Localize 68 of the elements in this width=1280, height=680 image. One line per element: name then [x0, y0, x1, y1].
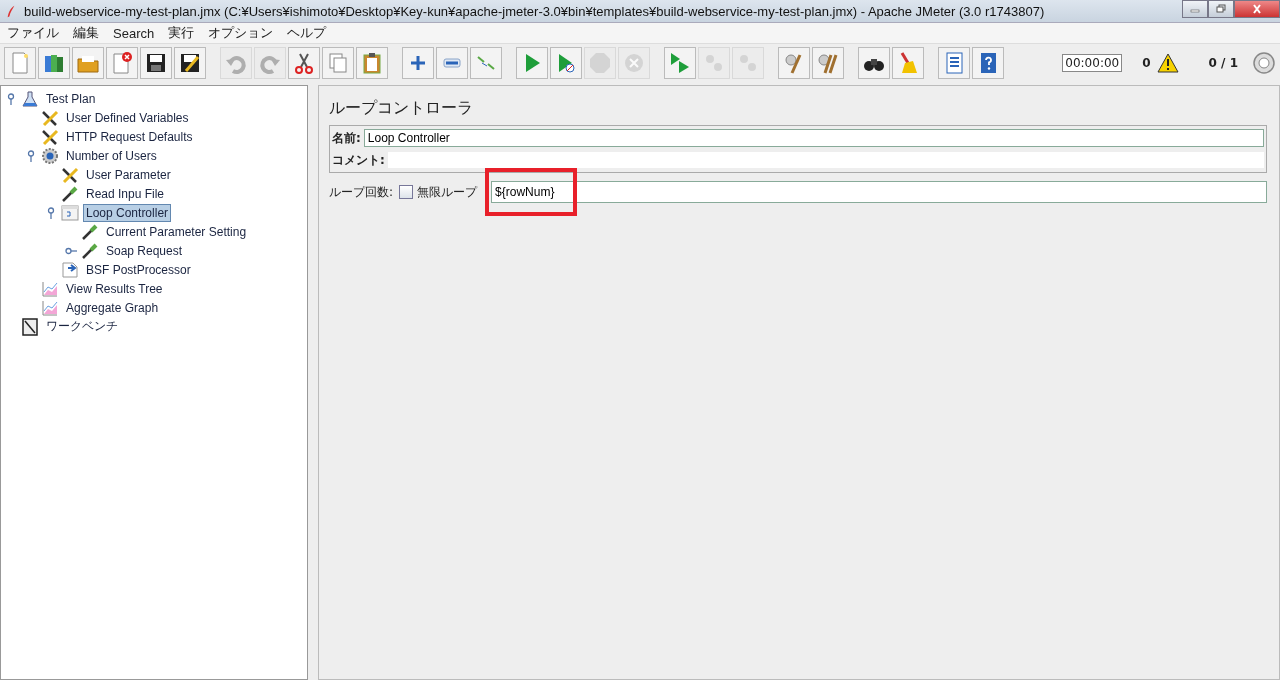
maximize-button[interactable]: [1208, 0, 1234, 18]
tree-item[interactable]: ワークベンチ: [43, 316, 121, 337]
toolbar-button[interactable]: [288, 47, 320, 79]
menu-item[interactable]: ヘルプ: [280, 24, 334, 42]
expanded-handle-icon[interactable]: [45, 206, 57, 219]
window-icon: [61, 203, 79, 222]
menu-item[interactable]: 実行: [161, 24, 202, 42]
document-arrow-icon: [61, 260, 79, 279]
clipboard-icon: [360, 51, 384, 75]
dropper-icon: [61, 184, 79, 203]
loop-count-label: ループ回数:: [329, 183, 394, 201]
feather-icon: [6, 3, 16, 19]
expanded-handle-icon[interactable]: [5, 92, 17, 105]
copy-icon: [326, 51, 350, 75]
window-title: build-webservice-my-test-plan.jmx (C:¥Users¥ishimoto¥Desktop¥Key-kun¥apache-jmeter-3.0¥bin¥templates¥build-webservice-my-test-plan.jmx) - Apache JMeter (3.0 r1743807): [24, 3, 1046, 19]
close-icon: [1251, 4, 1263, 14]
name-label: 名前:: [332, 129, 361, 147]
dropper-icon: [81, 241, 99, 260]
toolbar-button[interactable]: [356, 47, 388, 79]
close-circle-icon: [622, 51, 646, 75]
comment-field[interactable]: [387, 152, 1264, 168]
warning-icon[interactable]: [1156, 53, 1179, 73]
tree-item[interactable]: Aggregate Graph: [63, 298, 162, 317]
infinite-loop-label: 無限ループ: [417, 183, 478, 201]
toolbar-button[interactable]: [858, 47, 890, 79]
toolbar-button[interactable]: [140, 47, 172, 79]
close-document-icon: [110, 51, 134, 75]
notepad-icon: [21, 317, 39, 336]
floppy-pencil-icon: [178, 51, 202, 75]
restore-icon: [1215, 4, 1227, 14]
tree-item[interactable]: Loop Controller: [83, 203, 172, 222]
menu-item[interactable]: ファイル: [0, 24, 66, 42]
menu-item[interactable]: Search: [106, 25, 162, 41]
tree-item[interactable]: Number of Users: [63, 146, 160, 165]
thread-count: 0 / 1: [1208, 56, 1238, 70]
gear-icon: [41, 146, 59, 165]
elapsed-time: 00:00:00: [1062, 54, 1123, 72]
menu-item[interactable]: 編集: [66, 24, 106, 42]
loop-count-field[interactable]: ${rowNum}: [491, 181, 1267, 203]
dropper-icon: [81, 222, 99, 241]
scissors-icon: [292, 51, 316, 75]
flask-icon: [21, 89, 39, 108]
tree-item[interactable]: HTTP Request Defaults: [63, 127, 196, 146]
tree-item[interactable]: Read Inpu File: [83, 184, 168, 203]
tree-item[interactable]: Test Plan: [43, 89, 99, 108]
close-button[interactable]: [1234, 0, 1280, 18]
wrench-screwdriver-icon: [61, 165, 79, 184]
menu-item[interactable]: オプション: [201, 24, 281, 42]
minimize-button[interactable]: [1182, 0, 1208, 18]
name-field[interactable]: Loop Controller: [363, 129, 1264, 147]
expanded-handle-icon[interactable]: [25, 149, 37, 162]
wrench-screwdriver-icon: [41, 127, 59, 146]
graph-icon: [41, 279, 59, 298]
error-count: 0: [1142, 56, 1151, 70]
toolbar-button[interactable]: [174, 47, 206, 79]
tree-item[interactable]: Soap Request: [103, 241, 186, 260]
graph-icon: [41, 298, 59, 317]
wrench-screwdriver-icon: [41, 108, 59, 127]
tree-item[interactable]: View Results Tree: [63, 279, 166, 298]
comment-label: コメント:: [332, 151, 385, 169]
tree-item[interactable]: BSF PostProcessor: [83, 260, 194, 279]
tree-item[interactable]: User Defined Variables: [63, 108, 192, 127]
tree-item[interactable]: User Parameter: [83, 165, 174, 184]
tree-item[interactable]: Current Parameter Setting: [103, 222, 250, 241]
stop-sign-icon: [588, 51, 612, 75]
panel-title: ループコントローラ: [329, 98, 474, 119]
infinite-loop-checkbox[interactable]: [399, 185, 414, 199]
status-indicator-icon: [1252, 51, 1276, 75]
